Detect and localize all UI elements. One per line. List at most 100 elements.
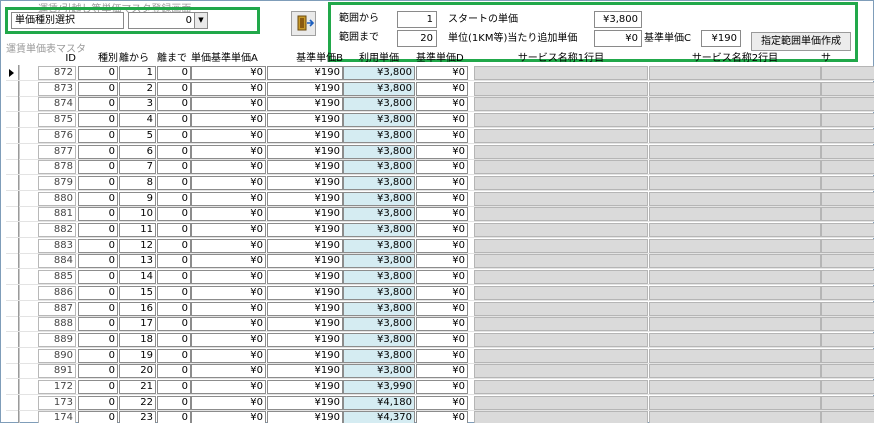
table-cell[interactable]: 14 xyxy=(119,270,156,285)
table-cell[interactable] xyxy=(474,128,648,143)
table-cell[interactable]: 0 xyxy=(157,395,191,410)
table-cell[interactable]: ¥3,800 xyxy=(343,81,415,96)
table-cell[interactable]: 0 xyxy=(157,317,191,332)
record-selector[interactable] xyxy=(6,331,19,348)
table-cell[interactable]: 889 xyxy=(38,332,76,347)
table-cell[interactable] xyxy=(649,254,821,269)
table-cell[interactable]: 8 xyxy=(119,175,156,190)
table-cell[interactable] xyxy=(821,81,874,96)
table-cell[interactable]: ¥0 xyxy=(191,175,266,190)
table-cell[interactable]: ¥0 xyxy=(191,380,266,394)
table-cell[interactable]: ¥3,800 xyxy=(343,223,415,237)
table-cell[interactable]: 0 xyxy=(157,380,191,394)
record-selector[interactable] xyxy=(6,190,19,207)
record-selector[interactable] xyxy=(6,300,19,317)
table-cell[interactable] xyxy=(474,223,648,237)
table-cell[interactable]: 174 xyxy=(38,411,76,423)
table-cell[interactable] xyxy=(649,395,821,410)
table-row[interactable]: 172 0 21 0 ¥0 ¥190 ¥3,990 ¥0 xyxy=(6,379,874,395)
table-cell[interactable]: ¥0 xyxy=(191,411,266,423)
table-cell[interactable]: 0 xyxy=(157,128,191,143)
table-cell[interactable]: ¥3,800 xyxy=(343,348,415,363)
table-cell[interactable]: ¥0 xyxy=(416,411,468,423)
table-cell[interactable]: ¥0 xyxy=(416,270,468,285)
table-cell[interactable] xyxy=(474,191,648,206)
table-cell[interactable]: ¥3,800 xyxy=(343,207,415,222)
table-cell[interactable]: ¥0 xyxy=(191,395,266,410)
table-cell[interactable]: 0 xyxy=(78,128,118,143)
table-cell[interactable]: 0 xyxy=(78,97,118,112)
table-row[interactable]: 879 0 8 0 ¥0 ¥190 ¥3,800 ¥0 xyxy=(6,174,874,191)
record-selector[interactable] xyxy=(6,65,19,81)
rate-type-combo[interactable]: 0 ▼ xyxy=(128,12,208,29)
table-cell[interactable]: ¥190 xyxy=(267,317,343,332)
table-cell[interactable] xyxy=(474,97,648,112)
table-cell[interactable]: ¥190 xyxy=(267,380,343,394)
table-row[interactable]: 888 0 17 0 ¥0 ¥190 ¥3,800 ¥0 xyxy=(6,316,874,333)
table-cell[interactable]: 0 xyxy=(157,97,191,112)
exit-button[interactable] xyxy=(291,11,316,36)
table-cell[interactable]: ¥190 xyxy=(267,160,343,175)
table-cell[interactable] xyxy=(474,285,648,300)
table-cell[interactable]: 0 xyxy=(78,411,118,423)
table-cell[interactable] xyxy=(821,285,874,300)
table-row[interactable]: 173 0 22 0 ¥0 ¥190 ¥4,180 ¥0 xyxy=(6,394,874,411)
table-cell[interactable]: ¥0 xyxy=(416,348,468,363)
table-cell[interactable] xyxy=(649,223,821,237)
table-cell[interactable]: 873 xyxy=(38,81,76,96)
table-cell[interactable] xyxy=(474,332,648,347)
table-cell[interactable]: ¥3,800 xyxy=(343,66,415,80)
table-cell[interactable]: ¥0 xyxy=(416,191,468,206)
table-cell[interactable] xyxy=(474,113,648,128)
table-cell[interactable]: ¥190 xyxy=(267,395,343,410)
table-cell[interactable]: ¥0 xyxy=(416,97,468,112)
table-cell[interactable]: ¥190 xyxy=(267,270,343,285)
table-cell[interactable] xyxy=(474,238,648,253)
table-cell[interactable]: ¥190 xyxy=(267,301,343,316)
table-cell[interactable] xyxy=(649,97,821,112)
record-selector[interactable] xyxy=(6,379,19,395)
table-cell[interactable]: ¥190 xyxy=(267,348,343,363)
record-selector[interactable] xyxy=(6,237,19,254)
add-price-input[interactable]: ¥0 xyxy=(594,30,642,47)
column-header[interactable]: 単価基準単価A xyxy=(191,52,266,65)
table-cell[interactable]: 23 xyxy=(119,411,156,423)
table-cell[interactable]: 0 xyxy=(157,285,191,300)
table-cell[interactable] xyxy=(649,191,821,206)
table-cell[interactable]: ¥3,800 xyxy=(343,364,415,379)
record-selector[interactable] xyxy=(6,127,19,144)
table-cell[interactable]: 1 xyxy=(119,66,156,80)
table-cell[interactable] xyxy=(821,395,874,410)
column-header[interactable]: 離まで xyxy=(157,52,191,65)
table-cell[interactable]: 0 xyxy=(78,66,118,80)
table-cell[interactable]: 872 xyxy=(38,66,76,80)
table-cell[interactable]: ¥190 xyxy=(267,66,343,80)
table-cell[interactable] xyxy=(649,66,821,80)
record-selector[interactable] xyxy=(6,363,19,380)
table-row[interactable]: 890 0 19 0 ¥0 ¥190 ¥3,800 ¥0 xyxy=(6,347,874,364)
table-cell[interactable]: ¥190 xyxy=(267,128,343,143)
table-cell[interactable]: ¥0 xyxy=(416,332,468,347)
table-cell[interactable]: ¥190 xyxy=(267,97,343,112)
table-cell[interactable]: 12 xyxy=(119,238,156,253)
table-cell[interactable]: 0 xyxy=(78,285,118,300)
table-cell[interactable] xyxy=(474,348,648,363)
table-cell[interactable]: 0 xyxy=(157,175,191,190)
table-cell[interactable]: ¥3,800 xyxy=(343,175,415,190)
column-header[interactable]: 基準単価D xyxy=(416,52,468,65)
table-cell[interactable]: 886 xyxy=(38,285,76,300)
range-to-input[interactable]: 20 xyxy=(397,30,437,47)
table-row[interactable]: 886 0 15 0 ¥0 ¥190 ¥3,800 ¥0 xyxy=(6,284,874,301)
table-cell[interactable]: ¥190 xyxy=(267,144,343,159)
table-cell[interactable]: 172 xyxy=(38,380,76,394)
table-cell[interactable]: ¥190 xyxy=(267,175,343,190)
table-cell[interactable]: ¥0 xyxy=(416,317,468,332)
table-cell[interactable]: 6 xyxy=(119,144,156,159)
table-cell[interactable] xyxy=(474,301,648,316)
table-cell[interactable]: 876 xyxy=(38,128,76,143)
column-header[interactable]: 離から xyxy=(119,52,156,65)
table-cell[interactable]: ¥0 xyxy=(416,175,468,190)
table-cell[interactable]: 0 xyxy=(78,317,118,332)
table-row[interactable]: 876 0 5 0 ¥0 ¥190 ¥3,800 ¥0 xyxy=(6,127,874,144)
table-row[interactable]: 884 0 13 0 ¥0 ¥190 ¥3,800 ¥0 xyxy=(6,253,874,270)
